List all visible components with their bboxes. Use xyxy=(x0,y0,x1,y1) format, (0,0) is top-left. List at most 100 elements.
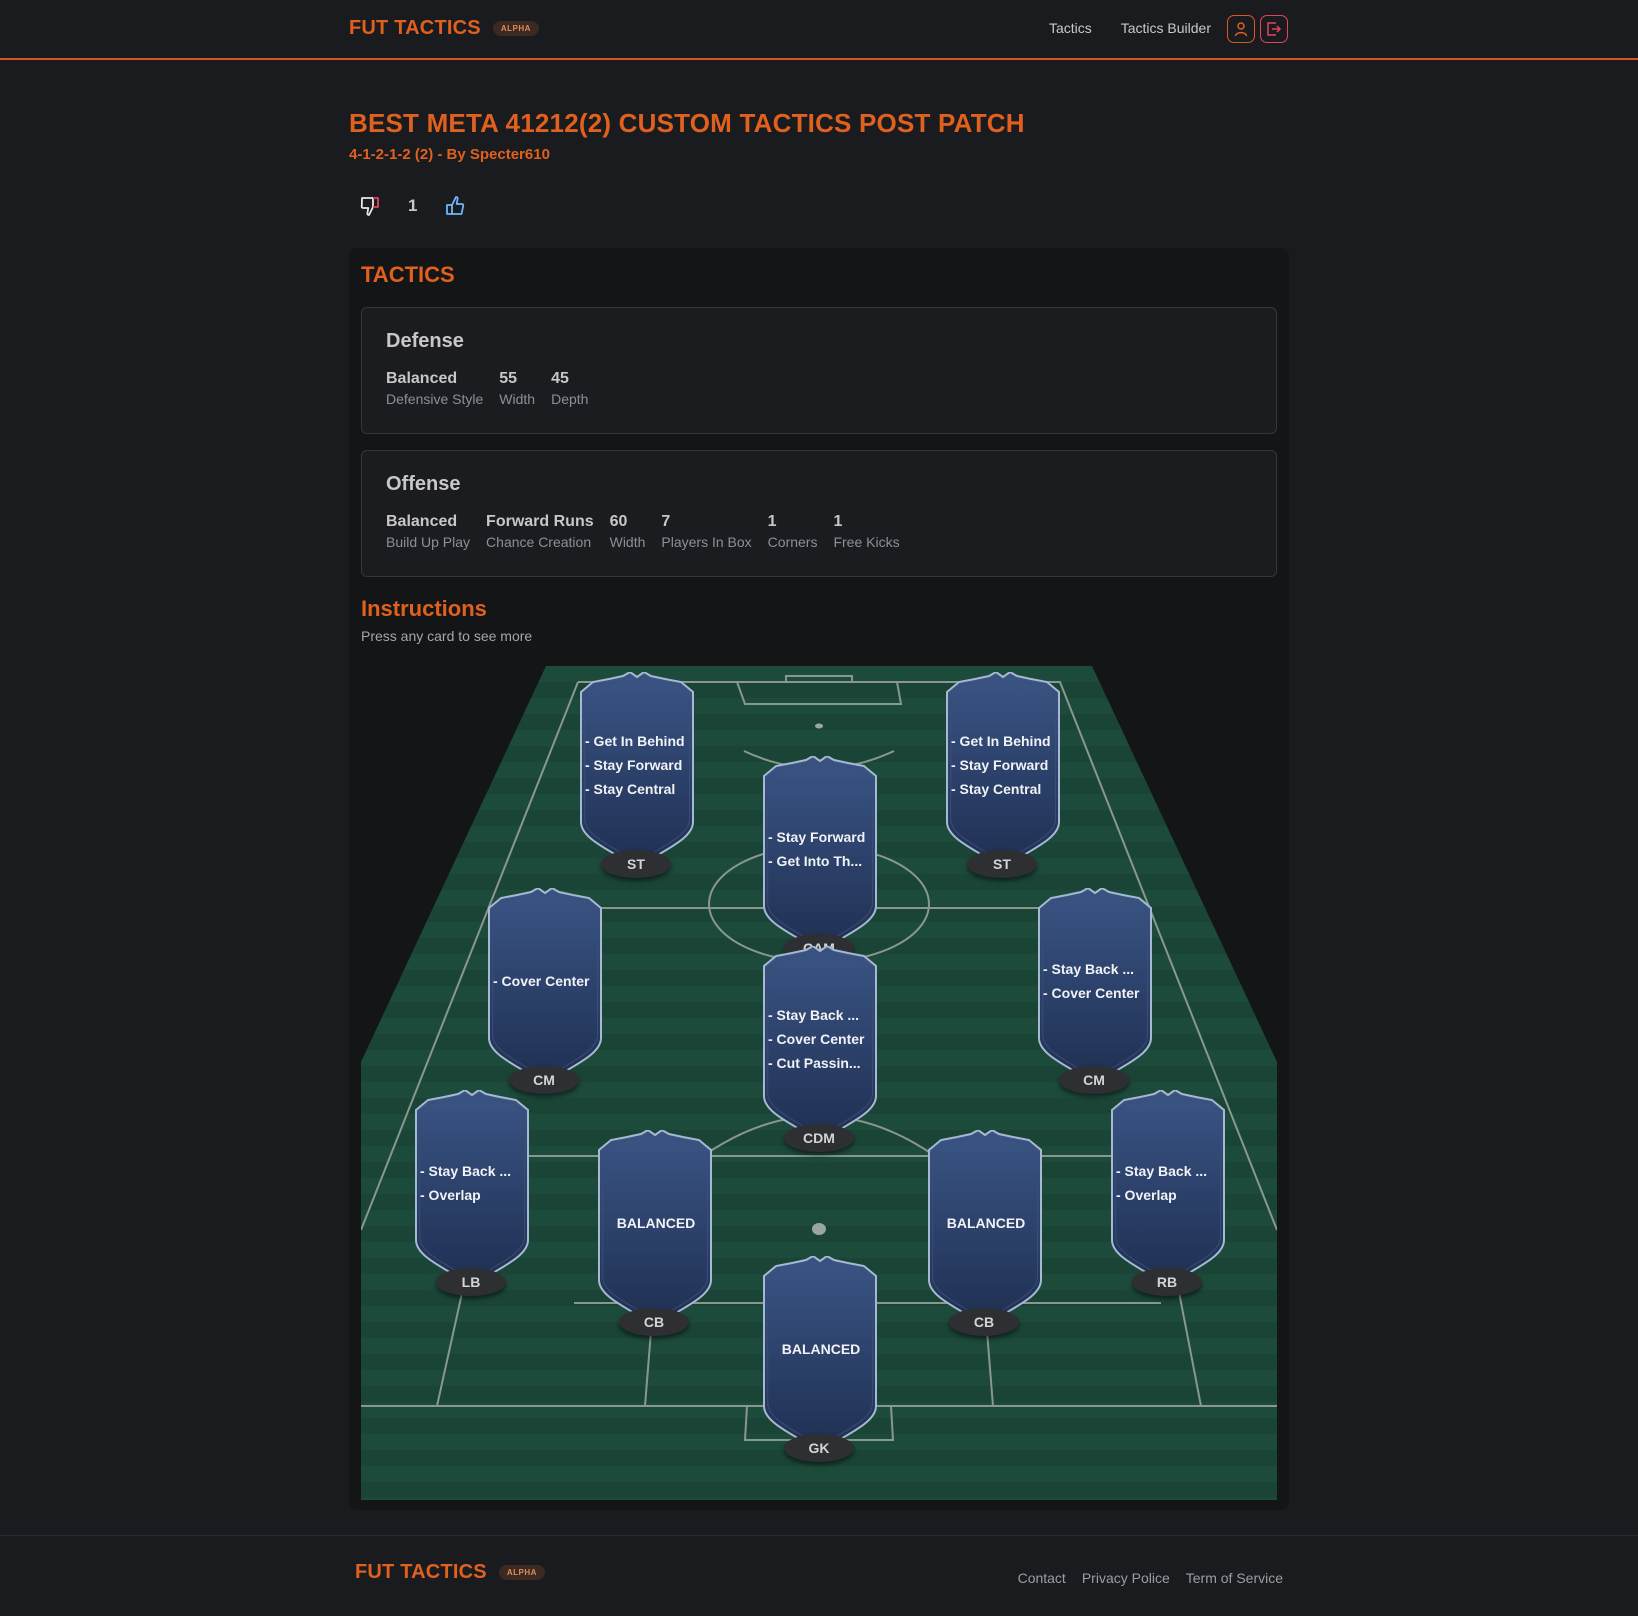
stat-item: 1 Free Kicks xyxy=(833,513,899,550)
stat-item: 60 Width xyxy=(610,513,646,550)
thumbs-down-icon[interactable] xyxy=(359,195,381,217)
vote-bar: 1 xyxy=(359,195,466,217)
footer-terms-link[interactable]: Term of Service xyxy=(1186,1570,1283,1586)
stat-item: Balanced Build Up Play xyxy=(386,513,470,550)
stat-value: 55 xyxy=(499,370,518,387)
vote-count: 1 xyxy=(408,196,418,215)
instruction-line: BALANCED xyxy=(946,1215,1026,1231)
card-instructions: BALANCED xyxy=(603,1130,709,1316)
card-instructions: - Get In Behind - Stay Forward - Stay Cent… xyxy=(951,672,1057,858)
stat-label: Corners xyxy=(767,534,818,550)
user-icon xyxy=(1234,22,1248,37)
nav-tactics-builder[interactable]: Tactics Builder xyxy=(1121,20,1211,36)
player-card-gk[interactable]: BALANCED GK xyxy=(760,1256,880,1466)
page-title: BEST META 41212(2) CUSTOM TACTICS POST P… xyxy=(349,108,1025,138)
footer-brand[interactable]: FUT TACTICS ALPHA xyxy=(355,1561,545,1584)
offense-box: Offense Balanced Build Up Play Forward Run… xyxy=(361,450,1277,577)
instruction-line: BALANCED xyxy=(781,1341,861,1357)
top-navbar: FUT TACTICS ALPHA Tactics Tactics Builde… xyxy=(0,0,1638,60)
page-subtitle: 4-1-2-1-2 (2) - By Specter610 xyxy=(349,146,550,163)
footer-alpha-badge: ALPHA xyxy=(498,1565,545,1580)
player-card-cb[interactable]: BALANCED CB xyxy=(925,1130,1045,1340)
player-card-cm[interactable]: - Cover Center CM xyxy=(485,888,605,1098)
instruction-line: - Cover Center xyxy=(493,973,590,989)
alpha-badge: ALPHA xyxy=(492,21,539,36)
stat-label: Defensive Style xyxy=(386,391,484,407)
player-card-rb[interactable]: - Stay Back ... - Overlap RB xyxy=(1108,1090,1228,1300)
stat-value: Balanced xyxy=(386,513,458,530)
player-card-cb[interactable]: BALANCED CB xyxy=(595,1130,715,1340)
position-badge: CDM xyxy=(784,1124,854,1152)
instruction-line: - Stay Forward xyxy=(585,757,683,773)
card-instructions: - Stay Back ... - Cover Center - Cut Passi… xyxy=(768,946,874,1132)
instruction-line: - Overlap xyxy=(420,1187,481,1203)
instruction-line: - Stay Back ... xyxy=(1043,961,1135,977)
instruction-line: - Stay Central xyxy=(951,781,1042,797)
player-card-st[interactable]: - Get In Behind - Stay Forward - Stay Cent… xyxy=(577,672,697,882)
stat-value: 1 xyxy=(767,513,777,530)
nav-tactics[interactable]: Tactics xyxy=(1049,20,1092,36)
logout-icon xyxy=(1267,22,1282,36)
instruction-line: - Stay Back ... xyxy=(420,1163,512,1179)
instruction-line: - Get In Behind xyxy=(585,733,685,749)
stat-value: 1 xyxy=(833,513,843,530)
brand-logo[interactable]: FUT TACTICS ALPHA xyxy=(349,17,539,40)
card-instructions: - Stay Back ... - Cover Center xyxy=(1043,888,1149,1074)
position-badge: ST xyxy=(967,850,1037,878)
position-badge: CB xyxy=(619,1308,689,1336)
brand-name[interactable]: FUT TACTICS xyxy=(349,17,481,40)
instruction-line: - Stay Central xyxy=(585,781,676,797)
offense-title: Offense xyxy=(386,473,461,495)
instruction-line: - Stay Back ... xyxy=(768,1007,860,1023)
footer: FUT TACTICS ALPHA Contact Privacy Police… xyxy=(0,1535,1638,1616)
card-instructions: - Stay Back ... - Overlap xyxy=(420,1090,526,1276)
position-badge: LB xyxy=(436,1268,506,1296)
card-instructions: - Get In Behind - Stay Forward - Stay Cent… xyxy=(585,672,691,858)
card-instructions: BALANCED xyxy=(768,1256,874,1442)
stat-label: Chance Creation xyxy=(486,534,592,550)
stat-value: Forward Runs xyxy=(486,513,594,530)
stat-label: Players In Box xyxy=(661,534,752,550)
stat-item: 55 Width xyxy=(499,370,535,407)
player-card-lb[interactable]: - Stay Back ... - Overlap LB xyxy=(412,1090,532,1300)
stat-value: 60 xyxy=(609,513,628,530)
tactics-heading: TACTICS xyxy=(361,262,455,287)
main-nav: Tactics Tactics Builder xyxy=(1049,20,1211,36)
instruction-line: - Stay Back ... xyxy=(1116,1163,1208,1179)
instruction-line: BALANCED xyxy=(616,1215,696,1231)
stat-item: 1 Corners xyxy=(768,513,818,550)
instructions-heading: Instructions xyxy=(361,596,487,621)
stat-item: Forward Runs Chance Creation xyxy=(486,513,594,550)
defense-title: Defense xyxy=(386,330,464,352)
stat-item: Balanced Defensive Style xyxy=(386,370,483,407)
defense-box: Defense Balanced Defensive Style 55 Width 45… xyxy=(361,307,1277,434)
player-card-st[interactable]: - Get In Behind - Stay Forward - Stay Cent… xyxy=(943,672,1063,882)
card-instructions: BALANCED xyxy=(933,1130,1039,1316)
player-card-cdm[interactable]: - Stay Back ... - Cover Center - Cut Passi… xyxy=(760,946,880,1156)
stat-value: 45 xyxy=(551,370,569,387)
profile-button[interactable] xyxy=(1227,15,1255,43)
footer-contact-link[interactable]: Contact xyxy=(1018,1570,1066,1586)
instruction-line: - Stay Forward xyxy=(768,829,866,845)
card-instructions: - Stay Forward - Get Into Th... xyxy=(768,756,874,942)
stat-label: Build Up Play xyxy=(386,534,471,550)
position-badge: CB xyxy=(949,1308,1019,1336)
instruction-line: - Cover Center xyxy=(1043,985,1140,1001)
tactics-panel: TACTICS Defense Balanced Defensive Style 5… xyxy=(349,248,1289,1510)
stat-label: Width xyxy=(609,534,646,550)
player-card-cam[interactable]: - Stay Forward - Get Into Th... CAM xyxy=(760,756,880,966)
thumbs-up-icon[interactable] xyxy=(444,195,466,217)
instructions-hint: Press any card to see more xyxy=(361,628,533,644)
pitch: - Get In Behind - Stay Forward - Stay Cent… xyxy=(361,666,1277,1500)
instruction-line: - Cover Center xyxy=(768,1031,865,1047)
footer-privacy-link[interactable]: Privacy Police xyxy=(1082,1570,1170,1586)
stat-label: Width xyxy=(499,391,536,407)
card-instructions: - Stay Back ... - Overlap xyxy=(1116,1090,1222,1276)
stat-label: Free Kicks xyxy=(833,534,900,550)
footer-brand-name[interactable]: FUT TACTICS xyxy=(355,1561,487,1584)
stat-item: 7 Players In Box xyxy=(661,513,751,550)
instruction-line: - Get Into Th... xyxy=(768,853,863,869)
player-card-cm[interactable]: - Stay Back ... - Cover Center CM xyxy=(1035,888,1155,1098)
logout-button[interactable] xyxy=(1260,15,1288,43)
position-badge: ST xyxy=(601,850,671,878)
